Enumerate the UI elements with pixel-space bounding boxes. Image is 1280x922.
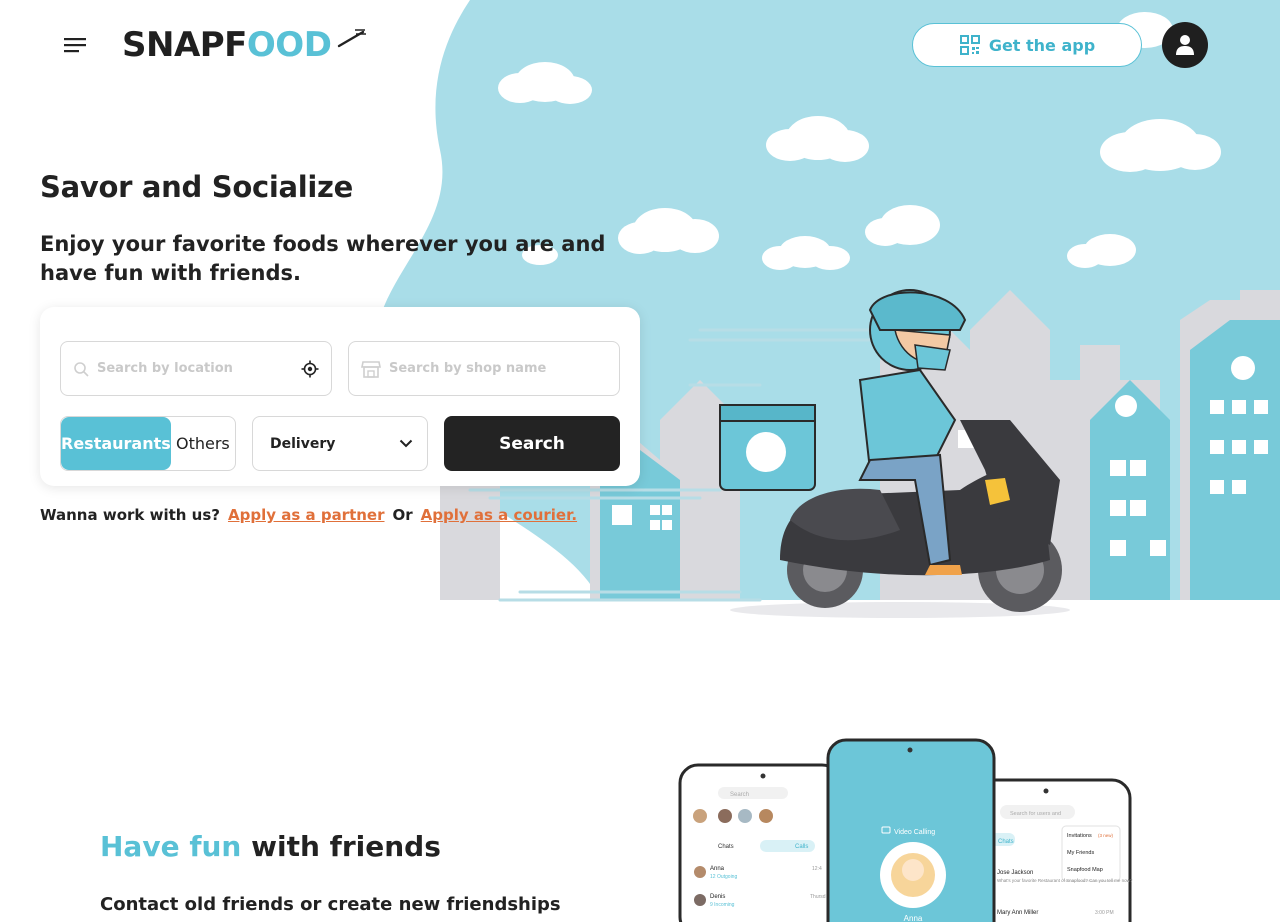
work-prompt: Wanna work with us? (40, 506, 220, 524)
get-app-label: Get the app (988, 35, 1096, 55)
toggle-restaurants[interactable]: Restaurants (61, 417, 171, 470)
store-icon (361, 360, 381, 378)
hero-subtitle: Enjoy your favorite foods wherever you a… (40, 232, 606, 285)
svg-text:9 Incoming: 9 Incoming (710, 902, 735, 908)
search-icon (74, 361, 89, 377)
svg-text:What's your favorite Restauran: What's your favorite Restaurant of Snapf… (997, 878, 1133, 883)
user-icon (1176, 35, 1194, 55)
search-button[interactable]: Search (444, 416, 620, 471)
qr-code-icon (959, 35, 980, 55)
svg-text:Video Calling: Video Calling (894, 829, 935, 836)
locate-me-icon[interactable] (301, 360, 319, 378)
phones-mockup: Search Chats Calls Anna 12 Outgoing 12:4… (678, 738, 1133, 922)
svg-text:My Friends: My Friends (1067, 850, 1094, 856)
svg-text:Snapfood Map: Snapfood Map (1067, 867, 1103, 873)
delivery-box (719, 404, 816, 491)
svg-text:12 Outgoing: 12 Outgoing (710, 874, 737, 880)
svg-text:Jose Jackson: Jose Jackson (997, 870, 1033, 876)
svg-text:Invitations: Invitations (1067, 833, 1092, 839)
location-search-input[interactable] (97, 361, 301, 376)
svg-text:Calls: Calls (795, 844, 808, 850)
fork-icon (337, 29, 366, 48)
svg-text:(3 new): (3 new) (1098, 833, 1114, 838)
svg-text:Anna: Anna (710, 866, 725, 872)
hero-title: Savor and Socialize (40, 170, 353, 204)
svg-text:Denis: Denis (710, 894, 725, 900)
shop-type-toggle: Restaurants Others (60, 416, 236, 471)
svg-text:Anna: Anna (904, 914, 923, 922)
apply-partner-link[interactable]: Apply as a partner (228, 506, 385, 524)
apply-courier-link[interactable]: Apply as a courier. (421, 506, 577, 524)
svg-text:Mary Ann Miller: Mary Ann Miller (997, 910, 1038, 916)
shop-search-input[interactable] (389, 361, 607, 376)
chevron-down-icon (399, 439, 413, 448)
svg-text:Chats: Chats (718, 844, 734, 850)
hamburger-menu-icon[interactable] (60, 30, 90, 60)
logo-wordmark: SNAPFOOD (122, 25, 332, 65)
or-text: Or (392, 506, 413, 524)
section-text: Contact old friends or create new friend… (100, 894, 561, 922)
svg-text:3:00 PM: 3:00 PM (1095, 910, 1114, 916)
user-account-button[interactable] (1162, 22, 1208, 68)
section-title: Have fun with friends (100, 830, 441, 863)
search-card: Restaurants Others Delivery Search (40, 307, 640, 486)
site-header: SNAPFOOD Get the app (0, 0, 1280, 90)
svg-text:Search: Search (730, 792, 749, 798)
svg-text:Chats: Chats (998, 839, 1014, 845)
delivery-mode-select[interactable]: Delivery (252, 416, 428, 471)
get-the-app-button[interactable]: Get the app (912, 23, 1142, 67)
delivery-mode-value: Delivery (270, 435, 336, 452)
work-with-us: Wanna work with us? Apply as a partner O… (40, 506, 577, 524)
shop-search-field[interactable] (348, 341, 620, 396)
svg-text:12:4: 12:4 (812, 866, 822, 872)
toggle-others[interactable]: Others (171, 417, 235, 470)
location-search-field[interactable] (60, 341, 332, 396)
snapfood-logo[interactable]: SNAPFOOD (122, 26, 367, 64)
svg-text:Search for users and: Search for users and (1010, 811, 1061, 817)
svg-text:Thursd: Thursd (810, 894, 826, 900)
